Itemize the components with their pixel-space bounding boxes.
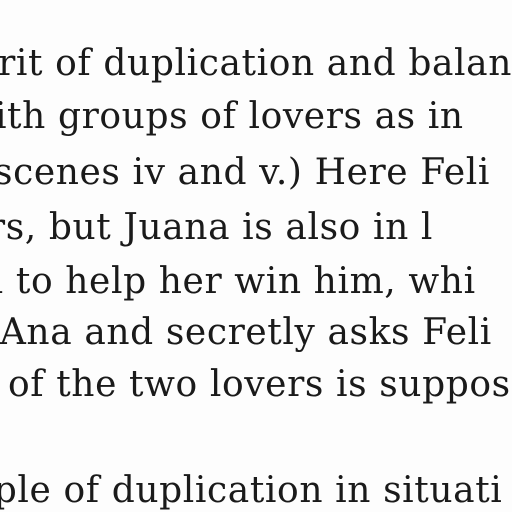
- text-line-7: of the two lovers is suppose: [8, 364, 512, 405]
- document-page-crop: irit of duplication and balan vith group…: [0, 0, 512, 512]
- text-line-4: ers, but Juana is also in l: [0, 207, 434, 248]
- text-line-5: na to help her win him, whi: [0, 261, 476, 302]
- text-line-8: nple of duplication in situati: [0, 470, 503, 511]
- text-line-6: n Ana and secretly asks Feli: [0, 312, 492, 353]
- text-line-1: irit of duplication and balan: [0, 43, 512, 84]
- text-line-2: vith groups of lovers as in: [0, 96, 464, 137]
- text-line-3: scenes iv and v.) Here Feli: [0, 152, 490, 193]
